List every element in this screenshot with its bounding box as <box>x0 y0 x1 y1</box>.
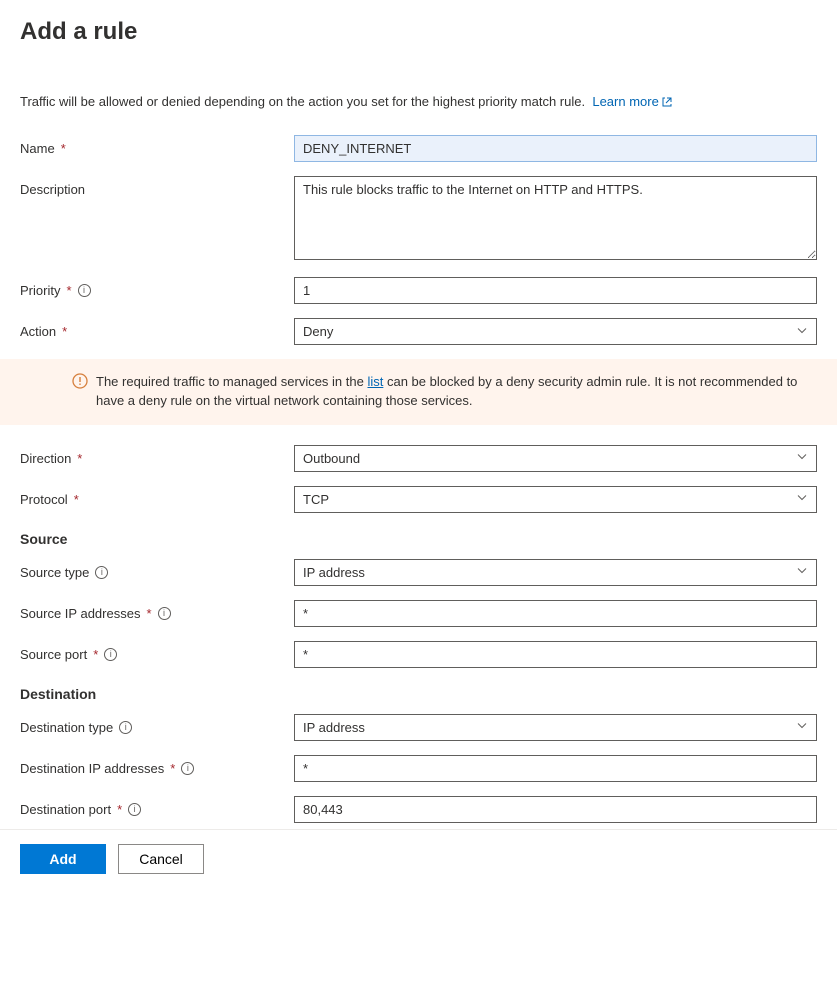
chevron-down-icon <box>796 451 808 466</box>
protocol-label: Protocol* <box>20 486 294 507</box>
warning-icon <box>72 373 88 395</box>
priority-label: Priority* i <box>20 277 294 298</box>
warning-text-prefix: The required traffic to managed services… <box>96 374 367 389</box>
source-port-label: Source port* i <box>20 641 294 662</box>
source-type-label: Source type i <box>20 559 294 580</box>
action-select[interactable]: Deny <box>294 318 817 345</box>
add-button[interactable]: Add <box>20 844 106 874</box>
info-icon[interactable]: i <box>181 762 194 775</box>
chevron-down-icon <box>796 492 808 507</box>
destination-section-header: Destination <box>20 686 817 702</box>
description-input[interactable] <box>294 176 817 260</box>
name-label: Name* <box>20 135 294 156</box>
info-icon[interactable]: i <box>119 721 132 734</box>
direction-label: Direction* <box>20 445 294 466</box>
footer-bar: Add Cancel <box>0 829 837 888</box>
source-type-select[interactable]: IP address <box>294 559 817 586</box>
priority-input[interactable] <box>294 277 817 304</box>
destination-ip-input[interactable] <box>294 755 817 782</box>
destination-ip-label: Destination IP addresses* i <box>20 755 294 776</box>
direction-select[interactable]: Outbound <box>294 445 817 472</box>
chevron-down-icon <box>796 565 808 580</box>
destination-type-select[interactable]: IP address <box>294 714 817 741</box>
source-ip-input[interactable] <box>294 600 817 627</box>
cancel-button[interactable]: Cancel <box>118 844 204 874</box>
warning-callout: The required traffic to managed services… <box>0 359 837 425</box>
intro-text: Traffic will be allowed or denied depend… <box>20 94 585 109</box>
action-label: Action* <box>20 318 294 339</box>
warning-list-link[interactable]: list <box>367 374 383 389</box>
info-icon[interactable]: i <box>158 607 171 620</box>
info-icon[interactable]: i <box>128 803 141 816</box>
name-input[interactable] <box>294 135 817 162</box>
page-title: Add a rule <box>20 18 817 46</box>
source-ip-label: Source IP addresses* i <box>20 600 294 621</box>
info-icon[interactable]: i <box>78 284 91 297</box>
required-marker: * <box>61 141 66 156</box>
source-section-header: Source <box>20 531 817 547</box>
learn-more-link[interactable]: Learn more <box>592 94 672 109</box>
source-port-input[interactable] <box>294 641 817 668</box>
intro-text-row: Traffic will be allowed or denied depend… <box>20 94 817 111</box>
description-label: Description <box>20 176 294 197</box>
info-icon[interactable]: i <box>104 648 117 661</box>
destination-type-label: Destination type i <box>20 714 294 735</box>
learn-more-label: Learn more <box>592 94 658 109</box>
chevron-down-icon <box>796 720 808 735</box>
chevron-down-icon <box>796 324 808 339</box>
destination-port-label: Destination port* i <box>20 796 294 817</box>
destination-port-input[interactable] <box>294 796 817 823</box>
protocol-select[interactable]: TCP <box>294 486 817 513</box>
external-link-icon <box>661 96 673 111</box>
info-icon[interactable]: i <box>95 566 108 579</box>
